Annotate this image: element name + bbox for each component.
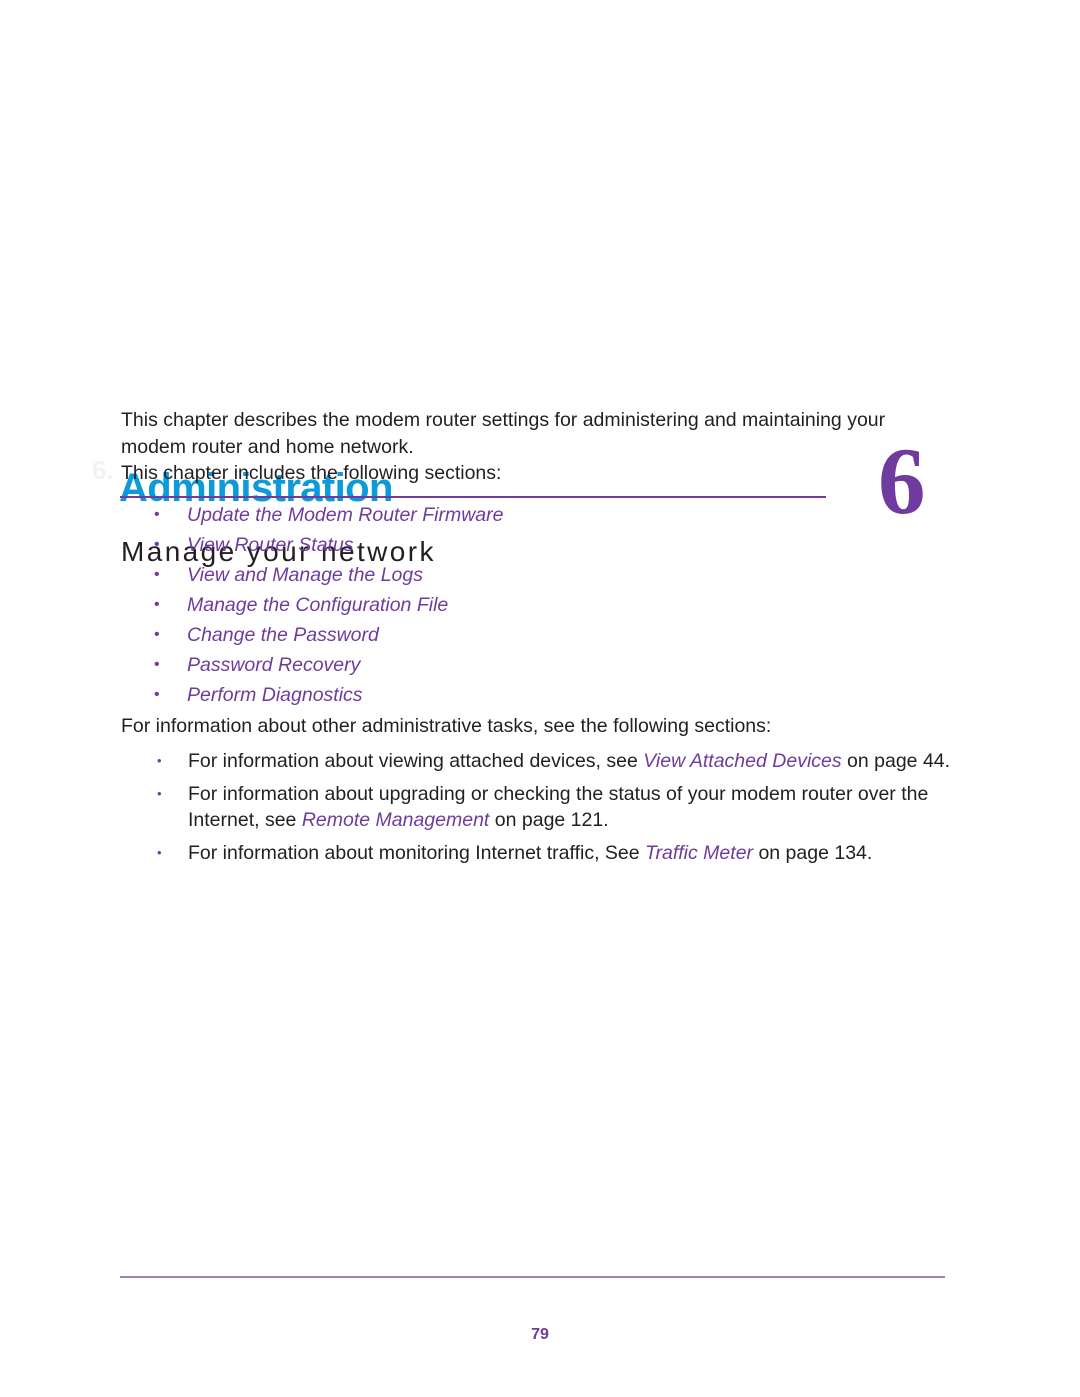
includes-paragraph: This chapter includes the following sect…: [121, 462, 502, 484]
list-item: • For information about viewing attached…: [121, 748, 961, 775]
cross-reference-link[interactable]: View Attached Devices: [643, 750, 841, 772]
chapter-header: 6. Administration 6 Manage your network: [0, 212, 1080, 567]
section-link[interactable]: View and Manage the Logs: [187, 564, 423, 586]
list-item[interactable]: • Perform Diagnostics: [121, 680, 921, 710]
bullet-icon: •: [157, 785, 162, 801]
cross-reference-link[interactable]: Traffic Meter: [645, 842, 753, 864]
bullet-icon: •: [154, 626, 160, 643]
section-link[interactable]: Perform Diagnostics: [187, 684, 363, 706]
list-item[interactable]: • View Router Status: [121, 530, 921, 560]
bullet-icon: •: [157, 753, 162, 768]
section-link[interactable]: Update the Modem Router Firmware: [187, 504, 503, 526]
section-link[interactable]: View Router Status: [187, 534, 354, 556]
cross-reference-list: • For information about viewing attached…: [121, 748, 961, 872]
section-link[interactable]: Change the Password: [187, 624, 379, 646]
intro-paragraph: This chapter describes the modem router …: [121, 409, 886, 458]
other-tasks-paragraph: For information about other administrati…: [121, 715, 772, 737]
section-link[interactable]: Manage the Configuration File: [187, 594, 448, 616]
reference-text-before: For information about monitoring Interne…: [188, 841, 646, 864]
list-item: • For information about monitoring Inter…: [121, 840, 961, 867]
section-link[interactable]: Password Recovery: [187, 654, 360, 676]
bullet-icon: •: [154, 536, 160, 553]
page-number: 79: [531, 1326, 549, 1343]
bullet-icon: •: [154, 596, 160, 613]
list-item[interactable]: • Update the Modem Router Firmware: [121, 500, 921, 530]
section-link-list: • Update the Modem Router Firmware • Vie…: [121, 500, 921, 710]
cross-reference-link[interactable]: Remote Management: [302, 809, 490, 831]
reference-text-after: on page 44.: [841, 750, 951, 772]
bullet-icon: •: [154, 506, 160, 523]
footer-divider: [120, 1276, 945, 1278]
bullet-icon: •: [154, 566, 160, 583]
bullet-icon: •: [157, 844, 162, 860]
list-item[interactable]: • Password Recovery: [121, 650, 921, 680]
document-page: 6. Administration 6 Manage your network …: [0, 0, 1080, 1397]
list-item[interactable]: • View and Manage the Logs: [121, 560, 921, 590]
chapter-watermark: 6.: [92, 455, 114, 485]
header-divider: [120, 496, 826, 498]
bullet-icon: •: [154, 656, 160, 673]
reference-text-before: For information about viewing attached d…: [188, 750, 644, 772]
list-item[interactable]: • Change the Password: [121, 620, 921, 650]
reference-text-after: on page 134.: [753, 841, 873, 864]
bullet-icon: •: [154, 686, 160, 703]
list-item[interactable]: • Manage the Configuration File: [121, 590, 921, 620]
reference-text-after: on page 121.: [489, 809, 609, 831]
list-item: • For information about upgrading or che…: [121, 781, 961, 834]
